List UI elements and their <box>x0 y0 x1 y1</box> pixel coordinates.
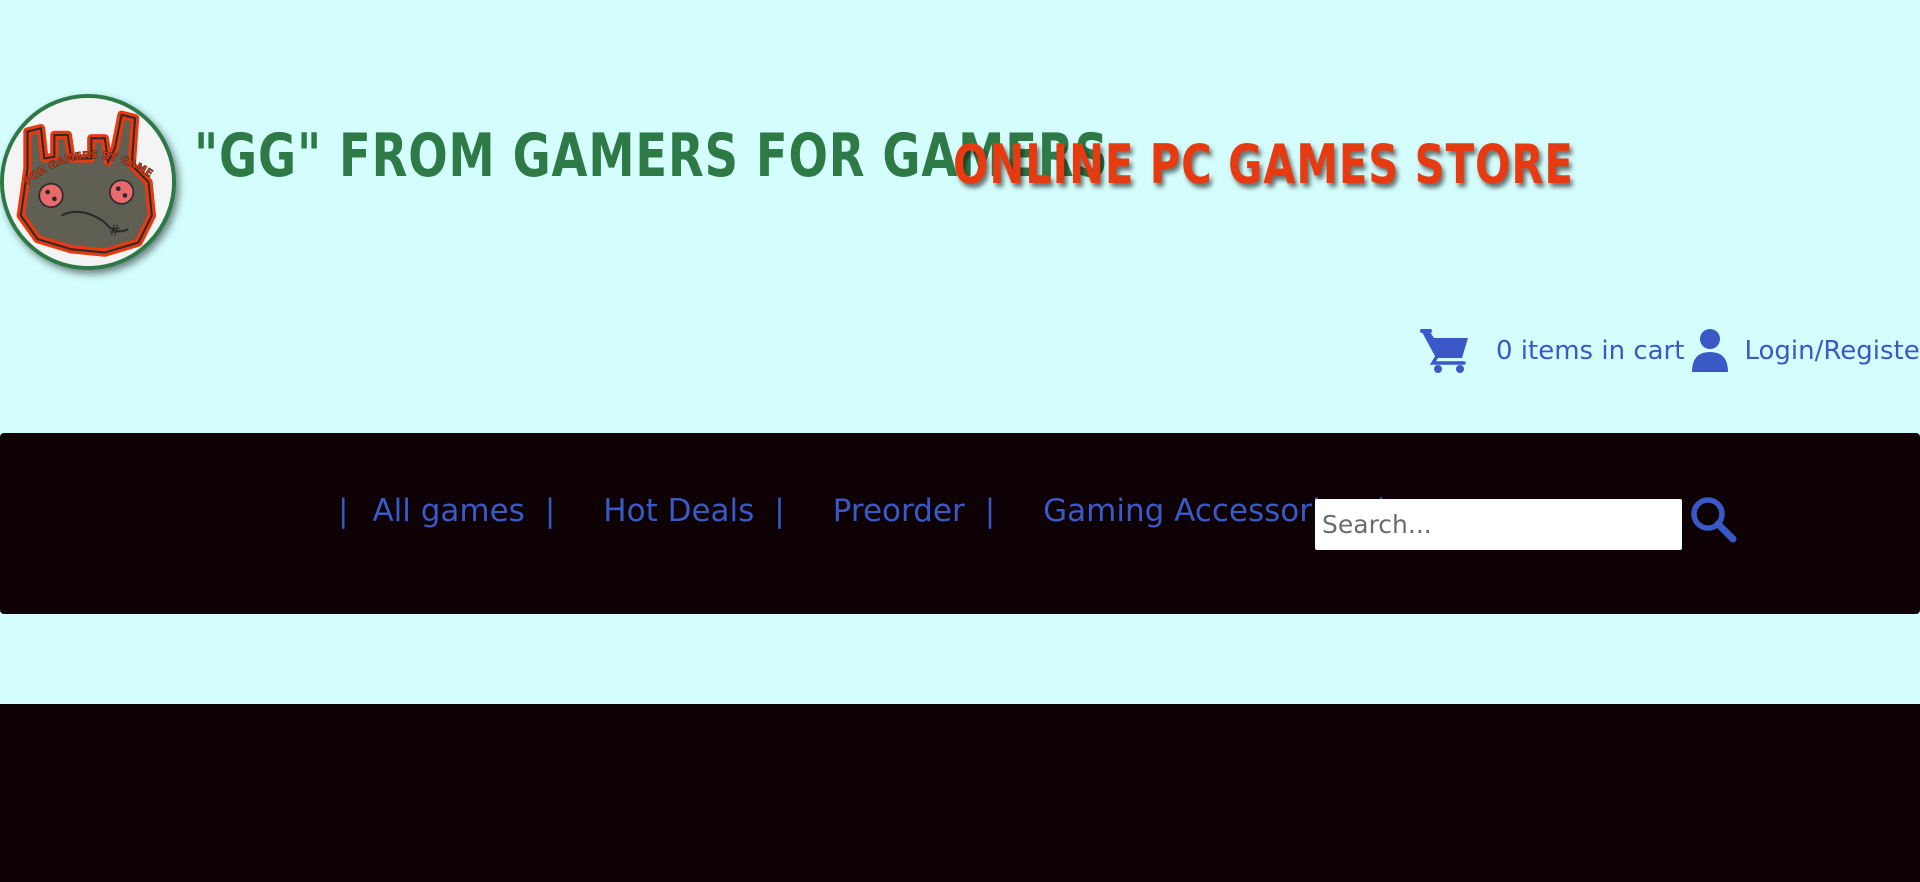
nav-separator: | <box>774 493 785 529</box>
main-nav: | All games | Hot Deals | Preorder | Gam… <box>338 493 1386 529</box>
svg-text:#: # <box>108 222 121 240</box>
main-nav-bar: | All games | Hot Deals | Preorder | Gam… <box>0 433 1920 614</box>
content-area <box>0 704 1920 882</box>
cart-count-link[interactable]: 0 items in cart <box>1496 336 1684 366</box>
nav-item-hot-deals[interactable]: Hot Deals <box>603 493 754 529</box>
nav-separator: | <box>338 493 349 529</box>
search-button[interactable] <box>1688 495 1738 545</box>
user-icon[interactable] <box>1690 328 1730 374</box>
page: # FOR GAMERS BY GAMERS "GG" FROM GAMERS … <box>0 0 1920 882</box>
search-icon <box>1691 497 1737 543</box>
site-title-tagline: ONLINE PC GAMES STORE <box>953 133 1574 196</box>
user-bar: 0 items in cart Login/Register <box>1420 326 1920 376</box>
nav-separator: | <box>544 493 556 529</box>
site-logo[interactable]: # FOR GAMERS BY GAMERS <box>0 94 176 270</box>
nav-item-preorder[interactable]: Preorder <box>833 493 965 529</box>
logo-image: # FOR GAMERS BY GAMERS <box>4 98 172 266</box>
nav-separator: | <box>984 493 996 529</box>
site-title: "GG" FROM GAMERS FOR GAMERS ONLINE PC GA… <box>194 126 1573 192</box>
shopping-cart-icon[interactable] <box>1420 328 1472 374</box>
search-input[interactable] <box>1315 499 1682 550</box>
login-register-link[interactable]: Login/Register <box>1744 336 1920 366</box>
nav-item-gaming-accessories[interactable]: Gaming Accessories <box>1043 493 1356 529</box>
nav-item-all-games[interactable]: All games <box>372 493 524 529</box>
